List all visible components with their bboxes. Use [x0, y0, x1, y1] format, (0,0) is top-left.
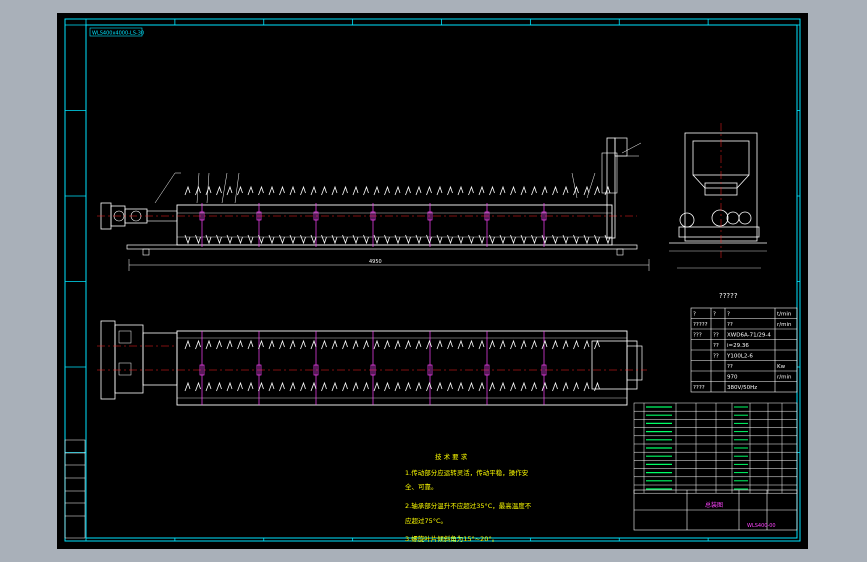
cad-drawing: WLS400x4000-LS-30 4950 ????? ? ? ? t/min… — [64, 18, 801, 543]
notes-line4: 应超过75°C。 — [405, 516, 447, 525]
param-cell: 380V/50Hz — [727, 385, 757, 391]
param-cell: ?? — [713, 343, 719, 349]
zone-ticks — [65, 19, 800, 541]
title-block-code: WLS400-00 — [747, 523, 776, 529]
side-dimension: 4950 — [369, 259, 382, 265]
param-cell: ? — [693, 312, 696, 318]
param-cell: i=29.36 — [727, 343, 749, 349]
param-cell: r/min — [777, 375, 792, 381]
param-cell: ???? — [693, 385, 705, 391]
param-cell: r/min — [777, 322, 792, 328]
param-cell: ?? — [727, 364, 733, 370]
notes-line2: 全、可靠。 — [405, 482, 438, 491]
revision-strip — [64, 439, 86, 539]
param-table-title: ????? — [719, 292, 738, 300]
notes-line5: 3.螺旋叶片倾斜角为15°~20°。 — [405, 534, 498, 543]
end-view — [669, 123, 767, 269]
parts-list — [633, 402, 798, 494]
param-cell: ?? — [713, 333, 719, 339]
inner-border — [85, 24, 798, 539]
param-cell: ? — [727, 312, 730, 318]
param-cell: ?? — [727, 322, 733, 328]
notes-line3: 2.轴承部分温升不应超过35°C，最高温度不 — [405, 501, 532, 510]
notes-line1: 1.传动部分应运转灵活，传动平稳，操作安 — [405, 468, 529, 477]
param-cell: ??? — [693, 333, 702, 339]
param-cell: 970 — [727, 375, 738, 381]
title-block-name: 总装图 — [705, 501, 723, 509]
drawing-tag: WLS400x4000-LS-30 — [92, 31, 144, 37]
notes-heading: 技 术 要 求 — [435, 452, 468, 461]
param-cell: Y100L2-6 — [726, 354, 753, 360]
param-cell: ? — [713, 312, 716, 318]
cad-viewport[interactable]: WLS400x4000-LS-30 4950 ????? ? ? ? t/min… — [57, 13, 808, 549]
param-cell: Kw — [777, 364, 786, 370]
param-cell: ?? — [713, 354, 719, 360]
parameter-table-text: ??? t/min??????? r/min????? XWD6A-71/29-4??… — [693, 312, 792, 392]
param-cell: XWD6A-71/29-4 — [727, 333, 771, 339]
param-cell: ????? — [693, 322, 708, 328]
top-view-conveyor — [97, 320, 647, 406]
outer-border — [64, 18, 801, 542]
side-view-conveyor: 4950 — [97, 137, 650, 271]
param-cell: t/min — [777, 312, 792, 318]
technical-notes: 技 术 要 求 1.传动部分应运转灵活，传动平稳，操作安 全、可靠。 2.轴承部… — [405, 452, 532, 543]
